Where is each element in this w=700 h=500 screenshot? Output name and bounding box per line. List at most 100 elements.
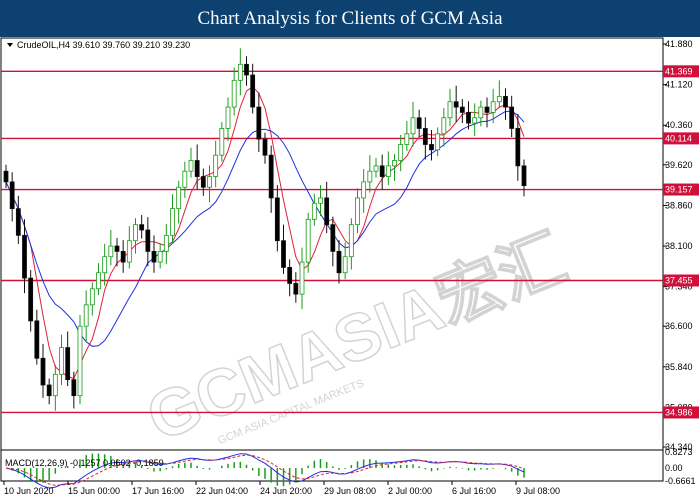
candle-body xyxy=(490,101,496,113)
macd-tick-label: 0.8273 xyxy=(665,447,693,457)
macd-axis: 0.8273 0.00 -0.6661 xyxy=(665,447,696,486)
price-tick-label: 39.620 xyxy=(665,160,693,170)
candle-body xyxy=(385,165,391,177)
candle-body xyxy=(324,197,330,226)
macd-tick-label: 0.00 xyxy=(665,463,683,473)
candle-body xyxy=(59,347,64,375)
candle-body xyxy=(466,112,471,124)
candle-body xyxy=(250,74,256,108)
candle-body xyxy=(114,245,120,252)
candle-body xyxy=(108,245,114,258)
candle-body xyxy=(447,101,453,119)
candle-body xyxy=(398,144,404,161)
page-title: Chart Analysis for Clients of GCM Asia xyxy=(0,0,700,37)
candle-body xyxy=(52,373,58,397)
time-tick-label: 2 Jul 00:00 xyxy=(388,486,432,496)
candle-body xyxy=(182,170,188,188)
candle-body xyxy=(404,133,410,145)
price-axis: 41.88041.12040.36039.62038.86038.10037.3… xyxy=(663,39,693,452)
price-tick-label: 41.120 xyxy=(665,80,693,90)
watermark-text: GCMASIA宏汇 xyxy=(137,220,576,455)
candle-body xyxy=(367,170,373,183)
candle-body xyxy=(83,304,89,327)
candle-body xyxy=(441,117,447,135)
level-tag-label: 34.986 xyxy=(665,407,693,417)
candle-body xyxy=(15,208,21,236)
candle-body xyxy=(472,117,478,124)
watermark: GCMASIA宏汇 GCM ASIA CAPITAL MARKETS xyxy=(136,219,577,455)
candle-body xyxy=(200,176,206,188)
price-tick-label: 41.880 xyxy=(665,39,693,49)
price-tick-label: 38.100 xyxy=(665,241,693,251)
candle-body xyxy=(163,234,169,252)
candle-body xyxy=(274,197,280,242)
candle-body xyxy=(65,347,71,381)
candle-body xyxy=(139,224,145,231)
candle-body xyxy=(126,240,132,263)
candle-body xyxy=(170,208,175,236)
time-tick-label: 9 Jul 08:00 xyxy=(516,486,560,496)
time-tick-label: 22 Jun 04:00 xyxy=(196,486,248,496)
candle-body xyxy=(22,234,27,279)
candle-body xyxy=(496,95,502,103)
chart-area: GCMASIA宏汇 GCM ASIA CAPITAL MARKETS 41.88… xyxy=(0,37,699,496)
candle-body xyxy=(34,320,40,359)
macd-chart xyxy=(1,449,663,489)
candle-body xyxy=(515,128,521,167)
time-tick-label: 6 Jul 16:00 xyxy=(452,486,496,496)
level-tag-label: 40.114 xyxy=(665,133,692,143)
time-tick-label: 17 Jun 16:00 xyxy=(132,486,184,496)
price-tick-label: 38.860 xyxy=(665,200,693,210)
candle-body xyxy=(77,325,83,397)
candle-body xyxy=(244,63,249,76)
candle-body xyxy=(268,154,274,199)
time-axis: 10 Jun 2020 15 Jun 00:00 17 Jun 16:00 22 Ju… xyxy=(3,481,560,496)
candle-body xyxy=(176,186,182,210)
macd-label: MACD(12,26,9) -0.1257 0.0602 -0.1859 xyxy=(5,458,164,468)
price-tick-label: 40.360 xyxy=(665,120,693,130)
candle-body xyxy=(96,272,101,290)
candle-body xyxy=(459,106,465,113)
candle-body xyxy=(410,117,416,135)
candle-body xyxy=(225,106,231,129)
candle-body xyxy=(207,176,212,188)
candle-body xyxy=(392,160,397,167)
candle-body xyxy=(521,165,527,187)
candle-body xyxy=(484,106,490,113)
candle-body xyxy=(361,181,367,199)
candle-body xyxy=(194,160,200,177)
symbol-info: CrudeOIL,H4 39.610 39.760 39.210 39.230 xyxy=(17,40,190,50)
candle-body xyxy=(231,79,237,108)
candle-body xyxy=(28,277,34,322)
time-tick-label: 10 Jun 2020 xyxy=(4,486,54,496)
candle-body xyxy=(219,128,225,156)
candle-body xyxy=(293,283,299,295)
candle-body xyxy=(287,267,293,284)
candle-body xyxy=(373,165,379,172)
candle-body xyxy=(151,250,157,263)
candle-body xyxy=(318,197,323,204)
level-tag-label: 37.455 xyxy=(665,276,693,286)
candle-body xyxy=(422,128,428,145)
candle-body xyxy=(299,261,305,295)
time-tick-label: 24 Jun 20:00 xyxy=(260,486,312,496)
candle-body xyxy=(46,384,52,397)
level-tag-label: 39.157 xyxy=(665,185,693,195)
triangle-icon xyxy=(7,43,13,47)
price-tick-label: 35.840 xyxy=(665,362,693,372)
candle-body xyxy=(311,202,317,220)
candle-body xyxy=(379,165,385,177)
candle-body xyxy=(213,154,219,177)
candle-body xyxy=(478,106,484,119)
candle-body xyxy=(435,133,441,151)
candle-body xyxy=(145,229,151,252)
candle-body xyxy=(157,250,163,263)
candle-body xyxy=(342,256,348,274)
candle-body xyxy=(453,101,459,108)
candle-body xyxy=(102,256,108,274)
time-tick-label: 15 Jun 00:00 xyxy=(68,486,120,496)
candle-body xyxy=(336,250,342,274)
time-tick-label: 29 Jun 08:00 xyxy=(324,486,376,496)
candle-body xyxy=(305,218,311,263)
candle-body xyxy=(89,288,95,306)
